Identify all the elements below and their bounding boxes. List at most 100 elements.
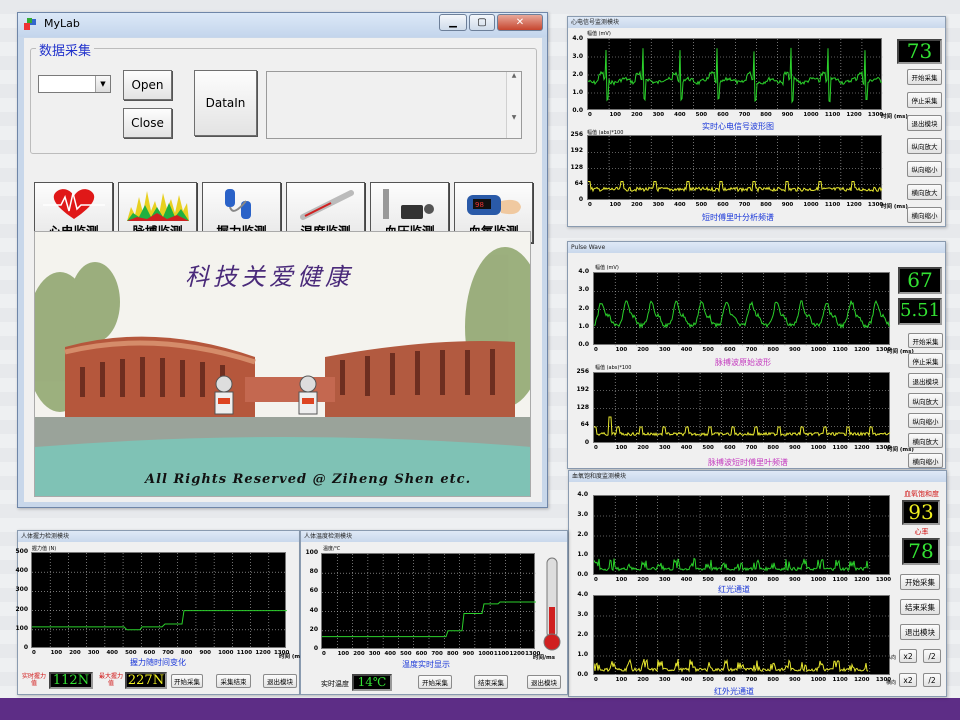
grip-exit-button[interactable]: 退出模块 bbox=[263, 674, 297, 688]
spectrum-icon bbox=[127, 191, 189, 221]
xtick-label: 800 bbox=[767, 577, 779, 583]
ecg-zoom-v-out-button[interactable]: 纵向缩小 bbox=[907, 161, 942, 177]
xtick-label: 1000 bbox=[810, 445, 827, 451]
xtick-label: 0 bbox=[588, 112, 592, 118]
ecg-window: 心电信号监测模块 幅值 (mV) 4.0 3.0 2.0 1.0 0.0 0 100 200… bbox=[567, 16, 946, 227]
pulse-zoom-h-in-button[interactable]: 横向放大 bbox=[908, 433, 943, 448]
pulse-waveform bbox=[594, 300, 891, 330]
datain-button[interactable]: DataIn bbox=[194, 70, 257, 136]
spo2-start-button[interactable]: 开始采集 bbox=[900, 574, 940, 590]
log-textbox[interactable]: ▲ ▼ bbox=[266, 71, 522, 139]
ytick-label: 0 bbox=[584, 439, 589, 446]
heart-rate-display: 73 bbox=[897, 39, 942, 64]
ytick-label: 256 bbox=[570, 131, 583, 138]
xtick-label: 1100 bbox=[832, 577, 848, 583]
zoom-vertical-div2-button[interactable]: /2 bbox=[923, 649, 941, 663]
temperature-stop-button[interactable]: 结束采集 bbox=[474, 675, 508, 689]
pulse-secondary-display: 5.51 bbox=[898, 298, 942, 325]
mylab-window: MyLab ▁ ▢ ✕ 数据采集 ▼ Open Close DataIn ▲ ▼ … bbox=[17, 12, 548, 508]
ytick-label: 4.0 bbox=[577, 491, 588, 498]
ecg-zoom-v-in-button[interactable]: 纵向放大 bbox=[907, 138, 942, 154]
ytick-label: 3.0 bbox=[572, 53, 583, 60]
xtick-label: 200 bbox=[637, 347, 649, 353]
ytick-label: 40 bbox=[309, 606, 318, 614]
temperature-exit-button[interactable]: 退出模块 bbox=[527, 675, 561, 689]
ytick-label: 0.0 bbox=[572, 107, 583, 114]
xtick-label: 100 bbox=[609, 202, 622, 208]
xtick-label: 1000 bbox=[478, 651, 494, 657]
spo2-window: 血氧饱和度监测模块 4.0 3.0 2.0 1.0 0.0 0 100 200 300 400 5… bbox=[568, 470, 947, 697]
close-button[interactable]: Close bbox=[123, 108, 172, 138]
mylab-titlebar[interactable]: MyLab ▁ ▢ ✕ bbox=[18, 13, 547, 37]
ytick-label: 1.0 bbox=[572, 89, 583, 96]
ecg-start-button[interactable]: 开始采集 bbox=[907, 69, 942, 85]
temperature-start-button[interactable]: 开始采集 bbox=[418, 675, 452, 689]
grip-start-button[interactable]: 开始采集 bbox=[171, 674, 203, 688]
mylab-title: MyLab bbox=[44, 17, 80, 30]
spo2-red-caption: 红光通道 bbox=[718, 585, 750, 594]
pulse-titlebar[interactable]: Pulse Wave bbox=[568, 242, 945, 253]
ytick-label: 4.0 bbox=[578, 268, 589, 275]
xtick-label: 200 bbox=[69, 650, 81, 656]
maximize-icon[interactable]: ▢ bbox=[469, 14, 495, 31]
spo2-titlebar[interactable]: 血氧饱和度监测模块 bbox=[569, 471, 946, 482]
xtick-label: 600 bbox=[415, 651, 428, 657]
zoom-vertical-x2-button[interactable]: x2 bbox=[899, 649, 917, 663]
xtick-label: 100 bbox=[609, 112, 622, 118]
pulse-stop-button[interactable]: 停止采集 bbox=[908, 353, 943, 368]
pulse-oximeter-icon: 98 bbox=[467, 195, 521, 215]
xtick-label: 600 bbox=[724, 677, 736, 683]
zoom-horizontal-x2-button[interactable]: x2 bbox=[899, 673, 917, 687]
xtick-label: 0 bbox=[588, 202, 592, 208]
xtick-label: 300 bbox=[659, 677, 671, 683]
xtick-label: 700 bbox=[745, 577, 758, 583]
xtick-label: 0 bbox=[322, 651, 326, 657]
zoom-horizontal-label: 横向 bbox=[886, 680, 897, 686]
pulse-zoom-h-out-button[interactable]: 横向缩小 bbox=[908, 453, 943, 468]
heart-icon bbox=[43, 189, 105, 219]
port-select[interactable]: ▼ bbox=[38, 75, 111, 93]
grip-stop-button[interactable]: 采集结束 bbox=[216, 674, 251, 688]
ytick-label: 300 bbox=[15, 586, 28, 594]
pulse-zoom-v-in-button[interactable]: 纵向放大 bbox=[908, 393, 943, 408]
pulse-top-plot bbox=[593, 272, 891, 346]
spo2-stop-button[interactable]: 结束采集 bbox=[900, 599, 940, 615]
xtick-label: 900 bbox=[462, 651, 475, 657]
blood-pressure-icon bbox=[383, 189, 434, 219]
minimize-icon[interactable]: ▁ bbox=[439, 14, 467, 31]
ecg-stop-button[interactable]: 停止采集 bbox=[907, 92, 942, 108]
spo2-exit-button[interactable]: 退出模块 bbox=[900, 624, 940, 640]
ecg-zoom-h-in-button[interactable]: 横向放大 bbox=[907, 184, 942, 200]
ecg-titlebar[interactable]: 心电信号监测模块 bbox=[568, 17, 945, 28]
temperature-titlebar[interactable]: 人体温度检测模块 bbox=[301, 531, 567, 542]
ecg-zoom-h-out-button[interactable]: 横向缩小 bbox=[907, 207, 942, 223]
chevron-down-icon[interactable]: ▼ bbox=[95, 76, 110, 92]
grip-titlebar[interactable]: 人体握力检测模块 bbox=[18, 531, 299, 542]
pulse-bottom-ylabel: 幅值 (abs)*100 bbox=[595, 365, 632, 371]
plot-canvas bbox=[588, 39, 883, 111]
zoom-horizontal-div2-button[interactable]: /2 bbox=[923, 673, 941, 687]
pulse-bottom-plot bbox=[593, 372, 891, 444]
app-icon bbox=[24, 18, 36, 30]
pulse-zoom-v-out-button[interactable]: 纵向缩小 bbox=[908, 413, 943, 428]
pulse-exit-button[interactable]: 退出模块 bbox=[908, 373, 943, 388]
temperature-xunit: 时间/ms bbox=[533, 655, 556, 661]
spo2-top-plot bbox=[593, 495, 891, 576]
xtick-label: 400 bbox=[674, 202, 686, 208]
log-scrollbar[interactable]: ▲ ▼ bbox=[506, 72, 521, 138]
ytick-label: 64 bbox=[580, 421, 589, 429]
grip-max-display: 227N bbox=[125, 672, 167, 689]
xtick-label: 1300 bbox=[875, 577, 892, 583]
grip-realtime-display: 112N bbox=[49, 672, 93, 689]
xtick-label: 200 bbox=[631, 112, 643, 118]
pulse-start-button[interactable]: 开始采集 bbox=[908, 333, 943, 348]
open-button[interactable]: Open bbox=[123, 70, 172, 100]
temperature-plot bbox=[321, 553, 536, 650]
spo2-label: 血氧饱和度 bbox=[904, 490, 939, 498]
xtick-label: 1200 bbox=[255, 650, 271, 656]
xtick-label: 800 bbox=[767, 347, 779, 353]
xtick-label: 900 bbox=[789, 577, 801, 583]
ecg-exit-button[interactable]: 退出模块 bbox=[907, 115, 942, 131]
xtick-label: 300 bbox=[659, 577, 671, 583]
close-icon[interactable]: ✕ bbox=[497, 14, 543, 31]
